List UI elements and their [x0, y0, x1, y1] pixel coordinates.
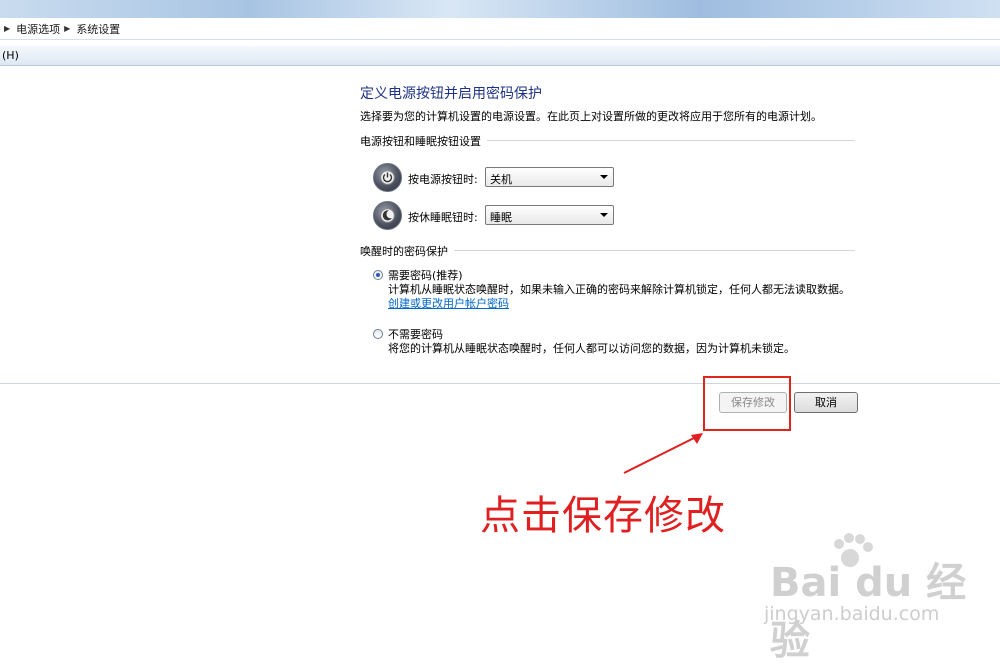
watermark-url: jingyan.baidu.com [764, 603, 940, 625]
annotation-text: 点击保存修改 [480, 493, 726, 539]
baidu-jingyan-watermark: Bai du 经验 jingyan.baidu.com [760, 530, 990, 664]
